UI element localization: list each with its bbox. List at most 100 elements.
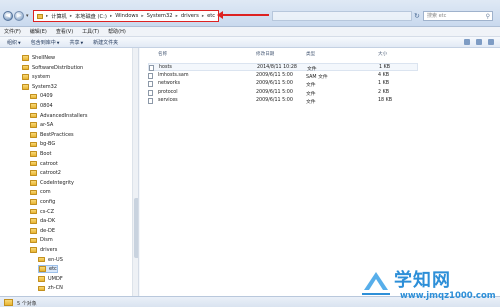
file-row[interactable]: protocol 2009/6/11 5:00 文件 2 KB	[148, 89, 418, 97]
tree-item[interactable]: config	[30, 198, 55, 206]
tree-item[interactable]: SoftwareDistribution	[22, 64, 83, 72]
column-headers: 名称 修改日期 类型 大小	[140, 51, 500, 59]
tree-item[interactable]: BestPractices	[30, 131, 74, 139]
tree-item[interactable]: catroot2	[30, 169, 61, 177]
folder-icon	[4, 299, 13, 306]
chevron-down-icon: ▼	[80, 40, 84, 45]
file-type: SAM 文件	[306, 74, 328, 80]
chevron-right-icon[interactable]: ▸	[110, 14, 112, 19]
file-date: 2009/6/11 5:00	[256, 98, 293, 103]
tree-item-label: Boot	[40, 151, 52, 157]
folder-icon	[30, 199, 37, 205]
tree-item[interactable]: ShellNew	[22, 54, 55, 62]
tree-item[interactable]: Boot	[30, 150, 52, 158]
folder-icon	[30, 151, 37, 157]
forward-button[interactable]: ▶	[14, 11, 24, 21]
search-input[interactable]: 搜索 etc ⚲	[423, 11, 493, 21]
breadcrumb-local-disk[interactable]: 本地磁盘 (C:)	[75, 13, 107, 20]
tree-item-label: cs-CZ	[40, 208, 55, 215]
file-icon	[148, 89, 153, 96]
menu-help[interactable]: 帮助(H)	[108, 28, 126, 35]
file-name: networks	[158, 81, 180, 86]
tree-item[interactable]: UMDF	[38, 275, 63, 283]
tree-item-label: catroot	[40, 160, 58, 167]
menu-file[interactable]: 文件(F)	[4, 28, 21, 35]
new-folder-button[interactable]: 新建文件夹	[93, 39, 118, 46]
column-type[interactable]: 类型	[306, 51, 315, 57]
navigation-tree[interactable]: ShellNew SoftwareDistribution system System…	[0, 48, 139, 296]
back-button[interactable]: ◀	[3, 11, 13, 21]
chevron-right-icon[interactable]: ▸	[141, 14, 143, 19]
view-options-icon[interactable]	[464, 39, 470, 45]
file-row[interactable]: lmhosts.sam 2009/6/11 5:00 SAM 文件 4 KB	[148, 72, 418, 80]
folder-icon	[38, 256, 45, 263]
organize-label: 组织	[7, 39, 18, 46]
tree-item[interactable]: system	[22, 73, 50, 81]
folder-icon	[30, 218, 37, 224]
column-size[interactable]: 大小	[378, 51, 387, 57]
folder-icon	[30, 132, 37, 138]
tree-item[interactable]: zh-CN	[38, 284, 63, 292]
tree-item-label: system	[32, 74, 51, 81]
file-icon	[149, 65, 154, 71]
include-in-library-button[interactable]: 包含到库中▼	[31, 39, 60, 46]
tree-item-label: ar-SA	[40, 122, 54, 129]
address-bar-blank-area[interactable]	[272, 11, 412, 21]
tree-item[interactable]: System32	[22, 83, 57, 91]
tree-item[interactable]: cs-CZ	[30, 208, 54, 216]
folder-icon	[37, 13, 43, 19]
breadcrumb-etc[interactable]: etc	[207, 13, 215, 19]
tree-item[interactable]: AdvancedInstallers	[30, 112, 88, 120]
column-name[interactable]: 名称	[158, 51, 167, 57]
tree-item[interactable]: ar-SA	[30, 121, 53, 129]
breadcrumb-drivers[interactable]: drivers	[181, 13, 199, 19]
menu-tools[interactable]: 工具(T)	[82, 28, 99, 35]
tree-item[interactable]: drivers	[30, 246, 57, 254]
address-bar[interactable]: ▸ 计算机 ▸ 本地磁盘 (C:) ▸ Windows ▸ System32 ▸…	[33, 10, 219, 22]
column-date-modified[interactable]: 修改日期	[256, 51, 274, 57]
tree-item[interactable]: en-US	[38, 256, 63, 264]
refresh-icon[interactable]: ↻	[414, 12, 420, 20]
chevron-right-icon[interactable]: ▸	[46, 14, 48, 19]
tree-item[interactable]: da-DK	[30, 217, 55, 225]
file-date: 2009/6/11 5:00	[256, 81, 293, 86]
menu-view[interactable]: 查看(V)	[56, 28, 73, 35]
file-row[interactable]: hosts 2014/8/11 10:28 文件 1 KB	[148, 63, 418, 72]
file-row[interactable]: networks 2009/6/11 5:00 文件 1 KB	[148, 80, 418, 88]
chevron-right-icon[interactable]: ▸	[202, 14, 204, 19]
watermark-title: 学知网	[394, 270, 451, 291]
preview-pane-icon[interactable]	[476, 39, 482, 45]
folder-icon	[30, 189, 37, 196]
tree-scrollbar[interactable]	[132, 48, 138, 296]
tree-item[interactable]: 0804	[30, 102, 53, 110]
menu-edit[interactable]: 编辑(E)	[30, 28, 47, 35]
tree-scrollbar-thumb[interactable]	[134, 198, 138, 258]
folder-icon	[22, 74, 29, 80]
folder-icon	[30, 141, 37, 148]
share-button[interactable]: 共享▼	[69, 39, 83, 46]
folder-icon	[30, 237, 37, 244]
breadcrumb-computer[interactable]: 计算机	[51, 13, 67, 20]
chevron-right-icon[interactable]: ▸	[70, 14, 72, 19]
tree-item[interactable]: 0409	[30, 92, 53, 100]
tree-item[interactable]: etc	[38, 265, 58, 274]
tree-item-label: com	[40, 189, 51, 196]
tree-item[interactable]: de-DE	[30, 227, 55, 235]
organize-button[interactable]: 组织▼	[7, 39, 21, 46]
breadcrumb-system32[interactable]: System32	[147, 13, 173, 19]
tree-item[interactable]: Dism	[30, 236, 53, 244]
tree-item-label: de-DE	[40, 227, 56, 234]
folder-icon	[38, 276, 45, 282]
recent-pages-dropdown-icon[interactable]: ▾	[26, 13, 29, 19]
tree-item[interactable]: CodeIntegrity	[30, 179, 74, 187]
tree-item-label: bg-BG	[40, 141, 56, 148]
file-row[interactable]: services 2009/6/11 5:00 文件 18 KB	[148, 97, 418, 105]
tree-item-label: Dism	[40, 237, 53, 244]
search-icon[interactable]: ⚲	[486, 12, 490, 21]
help-icon[interactable]	[488, 39, 494, 45]
breadcrumb-windows[interactable]: Windows	[115, 13, 138, 19]
chevron-right-icon[interactable]: ▸	[176, 14, 178, 19]
tree-item[interactable]: com	[30, 188, 51, 196]
tree-item[interactable]: catroot	[30, 160, 58, 168]
tree-item[interactable]: bg-BG	[30, 140, 55, 148]
